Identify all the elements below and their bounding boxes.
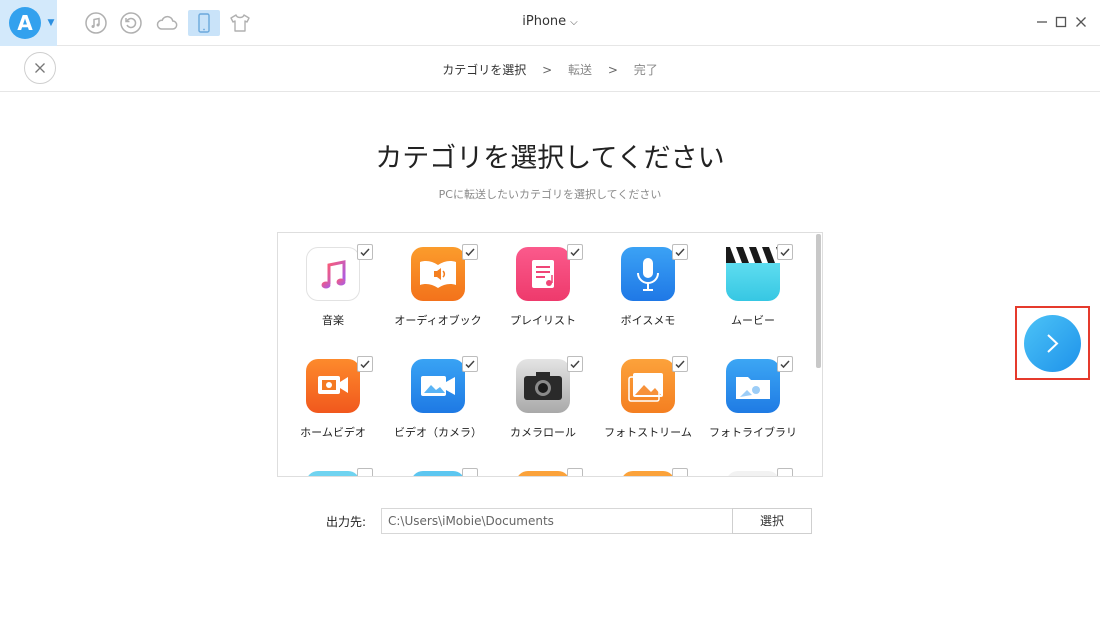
voice-memo-icon: [621, 247, 675, 301]
app-logo-icon: A: [9, 7, 41, 39]
checkbox[interactable]: [567, 468, 583, 476]
checkbox[interactable]: [357, 244, 373, 260]
next-button[interactable]: [1024, 315, 1081, 372]
checkbox[interactable]: [567, 244, 583, 260]
category-label: ムービー: [731, 314, 775, 327]
category-label: プレイリスト: [510, 314, 576, 327]
chevron-right-icon: [1047, 334, 1059, 353]
step-separator: >: [542, 63, 553, 77]
category-partial[interactable]: [703, 457, 803, 476]
device-name: iPhone: [522, 14, 567, 29]
select-folder-button[interactable]: 選択: [732, 508, 812, 534]
step-transfer: 転送: [567, 63, 592, 77]
music-icon: [306, 247, 360, 301]
title-bar: A ▼ iPhone ⌵: [0, 0, 1100, 46]
restore-icon[interactable]: [119, 11, 143, 35]
chevron-down-icon: ▼: [47, 18, 55, 28]
breadcrumb: カテゴリを選択 > 転送 > 完了: [0, 61, 1100, 78]
checkbox[interactable]: [462, 356, 478, 372]
chevron-down-icon: ⌵: [570, 17, 578, 28]
category-label: ビデオ（カメラ）: [394, 426, 482, 439]
category-icon: [516, 471, 570, 476]
app-logo-menu[interactable]: A ▼: [0, 0, 57, 46]
movie-icon: [726, 247, 780, 301]
category-music[interactable]: 音楽: [283, 233, 383, 333]
category-photo-library[interactable]: フォトライブラリ: [703, 345, 803, 445]
device-selector[interactable]: iPhone ⌵: [500, 14, 600, 29]
category-camera-video[interactable]: ビデオ（カメラ）: [388, 345, 488, 445]
checkbox[interactable]: [672, 244, 688, 260]
category-movie[interactable]: ムービー: [703, 233, 803, 333]
checkbox[interactable]: [462, 244, 478, 260]
category-label: フォトストリーム: [604, 426, 692, 439]
category-label: オーディオブック: [394, 314, 482, 327]
category-audiobook[interactable]: オーディオブック: [388, 233, 488, 333]
checkbox[interactable]: [777, 356, 793, 372]
step-complete: 完了: [633, 63, 658, 77]
category-photo-stream[interactable]: フォトストリーム: [598, 345, 698, 445]
cloud-icon[interactable]: [155, 11, 179, 35]
maximize-icon[interactable]: [1053, 14, 1069, 30]
category-icon: [621, 471, 675, 476]
category-voice-memo[interactable]: ボイスメモ: [598, 233, 698, 333]
category-label: フォトライブラリ: [709, 426, 797, 439]
category-grid: 音楽 オーディオブック プレイリスト ボイスメモ ムービー ホームビデオ ビデオ…: [277, 232, 823, 477]
category-partial[interactable]: [283, 457, 383, 476]
checkbox[interactable]: [777, 468, 793, 476]
page-title: カテゴリを選択してください: [375, 143, 725, 174]
category-camera-roll[interactable]: カメラロール: [493, 345, 593, 445]
playlist-icon: [516, 247, 570, 301]
step-bar: カテゴリを選択 > 転送 > 完了: [0, 46, 1100, 92]
close-window-icon[interactable]: [1073, 14, 1089, 30]
tshirt-icon[interactable]: [228, 11, 252, 35]
category-label: ボイスメモ: [620, 314, 676, 327]
music-icon[interactable]: [84, 11, 108, 35]
category-playlist[interactable]: プレイリスト: [493, 233, 593, 333]
iphone-icon[interactable]: [188, 10, 220, 36]
checkbox[interactable]: [672, 356, 688, 372]
photo-library-icon: [726, 359, 780, 413]
checkbox[interactable]: [357, 468, 373, 476]
category-icon: [411, 471, 465, 476]
checkbox[interactable]: [567, 356, 583, 372]
next-button-highlight: [1015, 306, 1090, 380]
page-subtitle: PCに転送したいカテゴリを選択してください: [438, 188, 662, 201]
checkbox[interactable]: [777, 244, 793, 260]
category-home-video[interactable]: ホームビデオ: [283, 345, 383, 445]
output-label: 出力先:: [326, 515, 367, 529]
minimize-icon[interactable]: [1034, 14, 1050, 30]
category-label: ホームビデオ: [300, 426, 366, 439]
category-label: 音楽: [322, 314, 344, 327]
checkbox[interactable]: [672, 468, 688, 476]
checkbox[interactable]: [357, 356, 373, 372]
category-partial[interactable]: [388, 457, 488, 476]
camera-video-icon: [411, 359, 465, 413]
step-current: カテゴリを選択: [442, 63, 527, 77]
scrollbar[interactable]: [816, 234, 821, 368]
category-label: カメラロール: [510, 426, 576, 439]
category-icon: [306, 471, 360, 476]
category-partial[interactable]: [598, 457, 698, 476]
category-partial[interactable]: [493, 457, 593, 476]
home-video-icon: [306, 359, 360, 413]
checkbox[interactable]: [462, 468, 478, 476]
category-icon: [726, 471, 780, 476]
camera-roll-icon: [516, 359, 570, 413]
output-path-field[interactable]: [381, 508, 733, 534]
audiobook-icon: [411, 247, 465, 301]
photo-stream-icon: [621, 359, 675, 413]
step-separator: >: [607, 63, 618, 77]
